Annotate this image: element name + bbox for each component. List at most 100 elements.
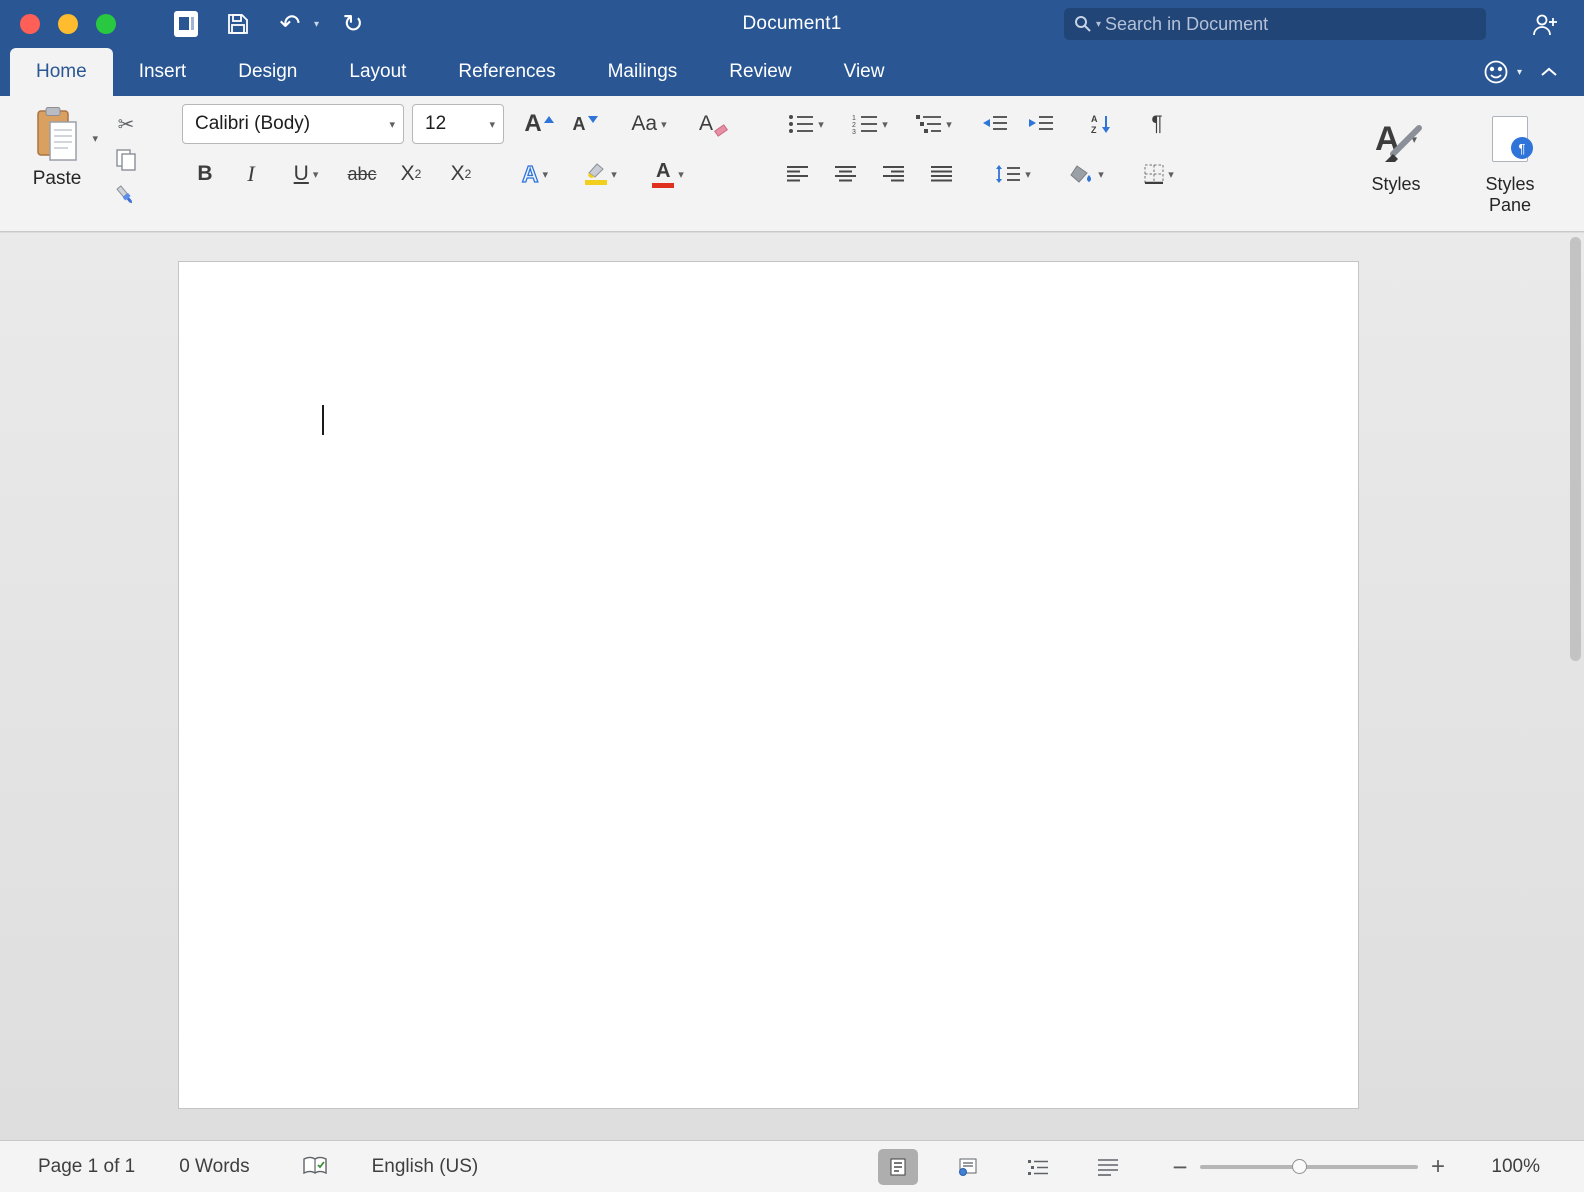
search-icon <box>1075 16 1091 32</box>
draft-view-button[interactable] <box>1088 1149 1128 1185</box>
borders-button[interactable]: ▾ <box>1126 154 1192 194</box>
tab-home[interactable]: Home <box>10 48 113 96</box>
language-indicator[interactable]: English (US) <box>372 1156 479 1178</box>
subscript-button[interactable]: X2 <box>386 154 436 194</box>
new-document-icon <box>174 11 198 37</box>
decrease-indent-button[interactable] <box>972 104 1018 144</box>
search-scope-chevron-icon[interactable]: ▾ <box>1096 19 1101 30</box>
search-in-document-box[interactable]: ▾ <box>1064 8 1486 40</box>
clear-formatting-button[interactable]: A <box>688 104 738 144</box>
tab-design[interactable]: Design <box>212 48 323 96</box>
font-color-button[interactable]: A ▾ <box>636 154 700 194</box>
strikethrough-button[interactable]: abc <box>338 154 386 194</box>
text-effects-dropdown-arrow[interactable]: ▾ <box>543 168 549 181</box>
line-spacing-dropdown-arrow[interactable]: ▾ <box>1025 168 1031 181</box>
tab-view[interactable]: View <box>818 48 911 96</box>
collapse-ribbon-button[interactable] <box>1540 67 1558 77</box>
borders-dropdown-arrow[interactable]: ▾ <box>1168 168 1174 181</box>
align-center-button[interactable] <box>822 154 870 194</box>
font-name-combobox[interactable]: Calibri (Body) ▾ <box>182 104 404 144</box>
font-color-dropdown-arrow[interactable]: ▾ <box>678 168 684 181</box>
font-size-combobox[interactable]: 12 ▾ <box>412 104 504 144</box>
brush-overlay-icon <box>1384 124 1422 162</box>
zoom-out-button[interactable]: − <box>1170 1154 1190 1180</box>
font-group: Calibri (Body) ▾ 12 ▾ A A Aa ▾ A B I U ▾… <box>182 104 738 225</box>
web-layout-view-button[interactable] <box>948 1149 988 1185</box>
shrink-font-button[interactable]: A <box>562 104 608 144</box>
tab-insert[interactable]: Insert <box>113 48 213 96</box>
paste-label: Paste <box>32 168 82 189</box>
tab-layout[interactable]: Layout <box>323 48 432 96</box>
align-right-button[interactable] <box>870 154 918 194</box>
word-count[interactable]: 0 Words <box>179 1156 249 1178</box>
superscript-button[interactable]: X2 <box>436 154 486 194</box>
zoom-level[interactable]: 100% <box>1480 1156 1540 1178</box>
tab-review[interactable]: Review <box>703 48 817 96</box>
new-document-button[interactable] <box>168 6 204 42</box>
copy-button[interactable] <box>108 144 144 176</box>
italic-button[interactable]: I <box>228 154 274 194</box>
zoom-in-button[interactable]: + <box>1428 1154 1448 1179</box>
numbering-button[interactable]: 1 2 3 ▾ <box>838 104 902 144</box>
line-spacing-button[interactable]: ▾ <box>982 154 1044 194</box>
shading-button[interactable]: ▾ <box>1054 154 1120 194</box>
highlight-button[interactable]: ▾ <box>566 154 636 194</box>
tab-references[interactable]: References <box>432 48 581 96</box>
multilevel-list-icon <box>916 115 942 133</box>
search-input[interactable] <box>1105 13 1476 35</box>
proofing-status-button[interactable] <box>302 1156 328 1178</box>
font-size-dropdown-arrow[interactable]: ▾ <box>481 118 495 131</box>
bullets-dropdown-arrow[interactable]: ▾ <box>818 118 824 131</box>
underline-dropdown-arrow[interactable]: ▾ <box>313 168 319 181</box>
sort-button[interactable]: A Z <box>1078 104 1126 144</box>
zoom-slider[interactable] <box>1200 1158 1418 1174</box>
text-effects-button[interactable]: A ▾ <box>504 154 566 194</box>
change-case-button[interactable]: Aa ▾ <box>616 104 682 144</box>
tab-mailings[interactable]: Mailings <box>582 48 704 96</box>
feedback-dropdown-arrow[interactable]: ▾ <box>1517 67 1522 78</box>
multilevel-dropdown-arrow[interactable]: ▾ <box>946 118 952 131</box>
line-spacing-icon <box>996 165 1021 183</box>
multilevel-list-button[interactable]: ▾ <box>902 104 966 144</box>
shading-dropdown-arrow[interactable]: ▾ <box>1098 168 1104 181</box>
feedback-smiley-button[interactable] <box>1483 59 1509 85</box>
format-painter-button[interactable] <box>108 180 144 212</box>
styles-button[interactable]: A ▾ Styles <box>1354 108 1438 225</box>
borders-icon <box>1144 164 1164 184</box>
increase-indent-button[interactable] <box>1018 104 1064 144</box>
font-name-dropdown-arrow[interactable]: ▾ <box>381 118 395 131</box>
document-page[interactable] <box>178 261 1359 1109</box>
grow-font-button[interactable]: A <box>516 104 562 144</box>
show-paragraph-marks-button[interactable]: ¶ <box>1134 104 1180 144</box>
bold-button[interactable]: B <box>182 154 228 194</box>
underline-button[interactable]: U ▾ <box>274 154 338 194</box>
zoom-window-button[interactable] <box>96 14 116 34</box>
minimize-window-button[interactable] <box>58 14 78 34</box>
print-layout-view-button[interactable] <box>878 1148 918 1185</box>
vertical-scrollbar-thumb[interactable] <box>1570 237 1581 661</box>
numbering-dropdown-arrow[interactable]: ▾ <box>882 118 888 131</box>
undo-dropdown-arrow[interactable]: ▾ <box>314 19 319 30</box>
paste-button[interactable]: Paste <box>32 106 82 190</box>
paste-dropdown-arrow[interactable]: ▾ <box>92 132 98 145</box>
redo-button[interactable]: ↻ <box>335 6 371 42</box>
format-painter-icon <box>116 185 133 204</box>
zoom-slider-knob[interactable] <box>1291 1158 1307 1174</box>
justify-icon <box>931 166 952 182</box>
undo-button[interactable]: ↶ <box>272 6 308 42</box>
highlight-dropdown-arrow[interactable]: ▾ <box>611 168 617 181</box>
align-left-button[interactable] <box>774 154 822 194</box>
save-button[interactable] <box>220 6 256 42</box>
change-case-dropdown-arrow[interactable]: ▾ <box>661 118 667 131</box>
styles-pane-button[interactable]: ¶ Styles Pane <box>1468 108 1552 225</box>
cut-button[interactable]: ✂ <box>108 108 144 140</box>
chevron-up-icon <box>1541 67 1557 76</box>
outline-view-button[interactable] <box>1018 1149 1058 1185</box>
increase-indent-icon <box>1029 116 1053 130</box>
ribbon-tabs: Home Insert Design Layout References Mai… <box>10 48 910 96</box>
bullets-button[interactable]: ▾ <box>774 104 838 144</box>
close-window-button[interactable] <box>20 14 40 34</box>
justify-button[interactable] <box>918 154 966 194</box>
page-indicator[interactable]: Page 1 of 1 <box>38 1156 135 1178</box>
share-button[interactable] <box>1526 10 1562 40</box>
